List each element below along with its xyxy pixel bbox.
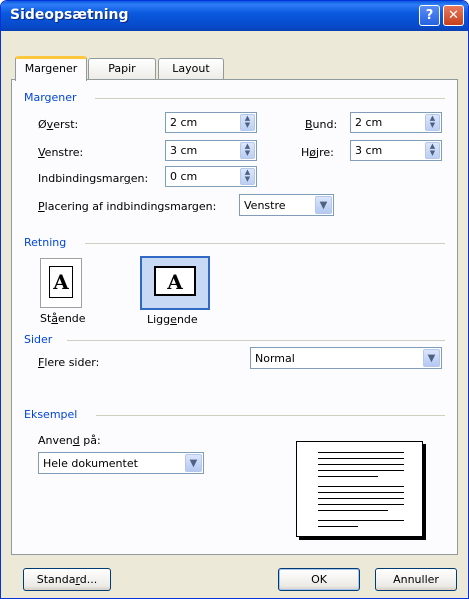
page-setup-dialog: Sideopsætning ? ✕ Margener Papir Layout … — [0, 0, 469, 599]
multiple-pages-value: Normal — [255, 352, 295, 365]
close-button[interactable]: ✕ — [443, 5, 464, 26]
spin-up-down-icon[interactable]: ▲ ▼ — [240, 142, 255, 159]
landscape-option[interactable]: A — [140, 256, 210, 310]
margins-group-title: Margener — [24, 91, 77, 104]
portrait-option[interactable]: A — [40, 258, 82, 308]
landscape-page-icon: A — [154, 266, 196, 296]
help-icon: ? — [425, 8, 434, 23]
landscape-label: Liggende — [147, 313, 198, 326]
preview-group-line — [96, 415, 445, 416]
gutter-position-label: Placering af indbindingsmargen: — [38, 200, 217, 213]
preview-line — [318, 510, 388, 511]
multiple-pages-select[interactable]: Normal ▼ — [250, 347, 442, 369]
close-icon: ✕ — [448, 8, 459, 23]
spin-up-down-icon[interactable]: ▲ ▼ — [240, 168, 255, 185]
preview-line — [318, 520, 404, 521]
preview-line — [318, 470, 404, 471]
apply-to-select[interactable]: Hele dokumentet ▼ — [38, 452, 204, 474]
gutter-position-select[interactable]: Venstre ▼ — [239, 194, 334, 216]
preview-line — [318, 492, 404, 493]
tab-margener[interactable]: Margener — [15, 56, 87, 81]
chevron-down-icon[interactable]: ▼ — [315, 196, 332, 214]
top-margin-input[interactable]: 2 cm ▲ ▼ — [165, 112, 257, 133]
gutter-position-value: Venstre — [244, 199, 286, 212]
top-margin-value: 2 cm — [170, 116, 198, 129]
tab-layout[interactable]: Layout — [158, 58, 224, 80]
spin-up-down-icon[interactable]: ▲ ▼ — [425, 114, 440, 131]
orientation-group-line — [85, 243, 445, 244]
apply-to-label: Anvend på: — [38, 434, 101, 447]
multiple-pages-label: Flere sider: — [38, 356, 100, 369]
bottom-margin-input[interactable]: 2 cm ▲ ▼ — [350, 112, 442, 133]
cancel-button[interactable]: Annuller — [375, 568, 457, 591]
preview-line — [318, 464, 404, 465]
preview-group-title: Eksempel — [24, 408, 78, 421]
right-margin-label: Højre: — [301, 146, 334, 159]
pages-group-line — [67, 340, 445, 341]
pages-group-title: Sider — [24, 333, 53, 346]
title-bar[interactable]: Sideopsætning ? ✕ — [1, 1, 468, 31]
help-button[interactable]: ? — [419, 5, 440, 26]
chevron-down-icon[interactable]: ▼ — [185, 454, 202, 472]
page-preview — [296, 441, 423, 537]
preview-line — [318, 504, 404, 505]
preview-line — [318, 526, 358, 527]
top-margin-label: Øverst: — [38, 118, 79, 131]
window-title: Sideopsætning — [10, 7, 129, 23]
bottom-margin-label: Bund: — [305, 118, 338, 131]
ok-button[interactable]: OK — [278, 568, 360, 591]
spin-up-down-icon[interactable]: ▲ ▼ — [425, 142, 440, 159]
spin-up-down-icon[interactable]: ▲ ▼ — [240, 114, 255, 131]
right-margin-input[interactable]: 3 cm ▲ ▼ — [350, 140, 442, 161]
bottom-margin-value: 2 cm — [355, 116, 383, 129]
preview-line — [318, 452, 404, 453]
left-margin-input[interactable]: 3 cm ▲ ▼ — [165, 140, 257, 161]
left-margin-label: Venstre: — [38, 146, 84, 159]
default-button[interactable]: Standard... — [23, 568, 111, 591]
apply-to-value: Hele dokumentet — [43, 457, 138, 470]
right-margin-value: 3 cm — [355, 144, 383, 157]
preview-line — [318, 476, 378, 477]
gutter-input[interactable]: 0 cm ▲ ▼ — [165, 166, 257, 187]
gutter-label: Indbindingsmargen: — [38, 172, 149, 185]
preview-line — [318, 486, 404, 487]
left-margin-value: 3 cm — [170, 144, 198, 157]
chevron-down-icon[interactable]: ▼ — [423, 349, 440, 367]
margins-group-line — [95, 98, 445, 99]
portrait-page-icon: A — [49, 266, 73, 298]
portrait-label: Stående — [40, 312, 86, 325]
gutter-value: 0 cm — [170, 170, 198, 183]
orientation-group-title: Retning — [24, 236, 67, 249]
tab-papir[interactable]: Papir — [88, 58, 156, 80]
preview-line — [318, 498, 404, 499]
preview-line — [318, 458, 404, 459]
